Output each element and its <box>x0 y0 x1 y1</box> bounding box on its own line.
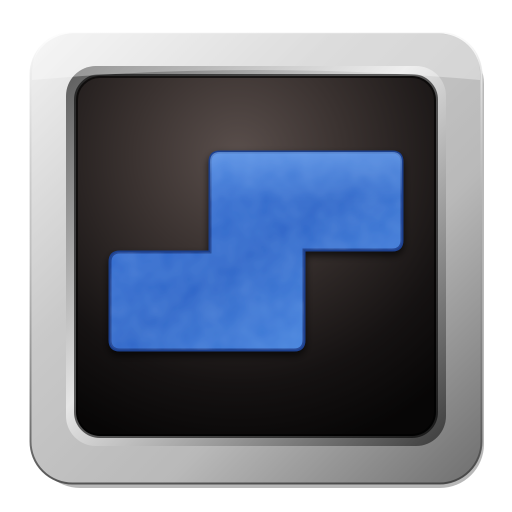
icon-stage <box>0 0 512 512</box>
s-tetromino-app-icon[interactable] <box>0 0 512 512</box>
